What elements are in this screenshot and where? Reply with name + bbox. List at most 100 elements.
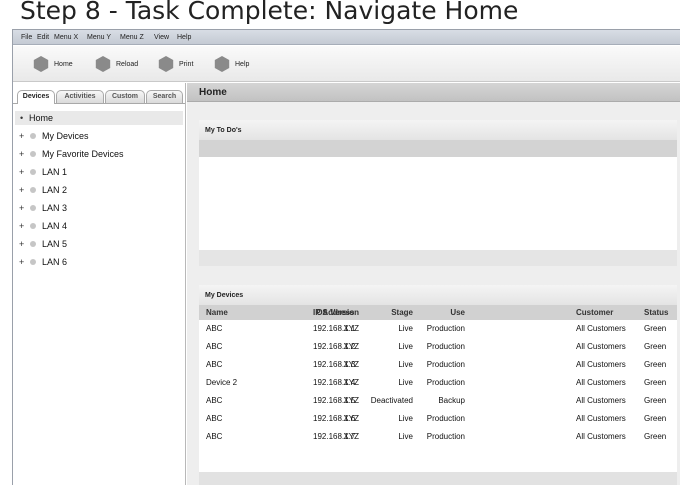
cell-os: XYZ: [343, 432, 359, 441]
column-header-name[interactable]: Name: [206, 308, 228, 317]
cell-name: ABC: [206, 360, 223, 369]
cell-customer: All Customers: [576, 324, 626, 333]
table-row[interactable]: ABC 192.168.1.5 XYZ Deactivated Backup All Cu…: [199, 392, 677, 410]
node-icon: [30, 169, 36, 175]
table-row[interactable]: ABC 192.168.1.2 XYZ Live Production All Custo…: [199, 338, 677, 356]
help-button[interactable]: Help: [214, 56, 249, 72]
column-header-customer[interactable]: Customer: [576, 308, 613, 317]
cell-use: Production: [426, 414, 465, 423]
cell-stage: Live: [398, 378, 413, 387]
tree-item-label: LAN 1: [42, 167, 68, 177]
reload-button-label: Reload: [116, 60, 139, 68]
cell-customer: All Customers: [576, 414, 626, 423]
expand-icon[interactable]: +: [19, 203, 28, 213]
tree-item-lan-2[interactable]: + LAN 2: [19, 183, 67, 197]
column-header-os[interactable]: OS Version: [316, 308, 359, 317]
table-row[interactable]: ABC 192.168.1.6 XYZ Live Production All Custo…: [199, 410, 677, 428]
tab-custom[interactable]: Custom: [105, 90, 145, 103]
tree-item-my-devices[interactable]: + My Devices: [19, 129, 89, 143]
home-button[interactable]: Home: [33, 56, 73, 72]
navigation-panel: Devices Activities Custom Search • Home …: [13, 83, 186, 485]
toolbar: Home Reload Print Help: [13, 46, 680, 82]
expand-icon[interactable]: +: [19, 257, 28, 267]
page-title: Home: [199, 87, 227, 98]
menu-x[interactable]: Menu X: [54, 34, 78, 41]
cell-name: ABC: [206, 342, 223, 351]
print-icon: [158, 56, 174, 72]
table-row[interactable]: ABC 192.168.1.3 XYZ Live Production All Custo…: [199, 356, 677, 374]
devices-panel-title: My Devices: [199, 285, 677, 305]
cell-status: Green: [644, 432, 667, 441]
tree-item-lan-5[interactable]: + LAN 5: [19, 237, 67, 251]
menu-z[interactable]: Menu Z: [120, 34, 144, 41]
tree-item-lan-1[interactable]: + LAN 1: [19, 165, 67, 179]
tree-item-label: LAN 4: [42, 221, 68, 231]
help-button-label: Help: [235, 60, 250, 68]
expand-icon[interactable]: +: [19, 149, 28, 159]
tree-item-lan-4[interactable]: + LAN 4: [19, 219, 67, 233]
reload-icon: [95, 56, 111, 72]
cell-status: Green: [644, 414, 667, 423]
expand-icon[interactable]: +: [19, 167, 28, 177]
cell-customer: All Customers: [576, 342, 626, 351]
table-row[interactable]: ABC 192.168.1.1 XYZ Live Production All Custo…: [199, 320, 677, 338]
cell-customer: All Customers: [576, 432, 626, 441]
column-header-use[interactable]: Use: [450, 308, 465, 317]
help-icon: [214, 56, 230, 72]
cell-customer: All Customers: [576, 360, 626, 369]
tree-item-label: LAN 3: [42, 203, 68, 213]
cell-os: XYZ: [343, 360, 359, 369]
tree-item-lan-6[interactable]: + LAN 6: [19, 255, 67, 269]
cell-stage: Live: [398, 414, 413, 423]
cell-use: Backup: [438, 396, 465, 405]
expand-icon[interactable]: +: [19, 239, 28, 249]
cell-stage: Live: [398, 342, 413, 351]
cell-use: Production: [426, 342, 465, 351]
cell-stage: Live: [398, 432, 413, 441]
tree-item-home[interactable]: • Home: [15, 111, 183, 125]
cell-name: Device 2: [206, 378, 238, 387]
tree-item-my-favorite-devices[interactable]: + My Favorite Devices: [19, 147, 124, 161]
cell-status: Green: [644, 342, 667, 351]
menu-file[interactable]: File: [21, 34, 32, 41]
column-header-status[interactable]: Status: [644, 308, 668, 317]
cell-os: XYZ: [343, 324, 359, 333]
table-row[interactable]: ABC 192.168.1.7 XYZ Live Production All Custo…: [199, 428, 677, 446]
cell-stage: Deactivated: [370, 396, 413, 405]
expand-icon[interactable]: +: [19, 131, 28, 141]
todo-panel: My To Do's: [199, 120, 677, 266]
node-icon: [30, 241, 36, 247]
node-icon: [30, 259, 36, 265]
menu-edit[interactable]: Edit: [37, 34, 49, 41]
expand-icon[interactable]: +: [19, 221, 28, 231]
cell-os: XYZ: [343, 342, 359, 351]
tree-item-label: LAN 6: [42, 257, 68, 267]
tab-devices[interactable]: Devices: [17, 90, 55, 104]
cell-customer: All Customers: [576, 396, 626, 405]
menu-view[interactable]: View: [154, 34, 169, 41]
app-window: File Edit Menu X Menu Y Menu Z View Help…: [12, 29, 680, 485]
tree-item-lan-3[interactable]: + LAN 3: [19, 201, 67, 215]
cell-stage: Live: [398, 324, 413, 333]
tab-search[interactable]: Search: [146, 90, 183, 103]
print-button[interactable]: Print: [158, 56, 193, 72]
cell-customer: All Customers: [576, 378, 626, 387]
reload-button[interactable]: Reload: [95, 56, 138, 72]
print-button-label: Print: [179, 60, 194, 68]
table-row[interactable]: Device 2 192.168.1.4 XYZ Live Production All …: [199, 374, 677, 392]
node-icon: [30, 223, 36, 229]
tab-activities[interactable]: Activities: [56, 90, 104, 103]
node-icon: [30, 205, 36, 211]
devices-table-header: Name IP Address OS Version Stage Use Cus…: [199, 305, 677, 320]
devices-panel: My Devices Name IP Address OS Version St…: [199, 285, 677, 485]
tree-item-label: Home: [29, 113, 54, 123]
cell-name: ABC: [206, 432, 223, 441]
expand-icon[interactable]: +: [19, 185, 28, 195]
column-header-stage[interactable]: Stage: [391, 308, 413, 317]
menu-bar: File Edit Menu X Menu Y Menu Z View Help: [13, 30, 680, 45]
menu-y[interactable]: Menu Y: [87, 34, 111, 41]
cell-name: ABC: [206, 414, 223, 423]
main-content: Home My To Do's My Devices Name IP Addre…: [187, 83, 680, 485]
cell-use: Production: [426, 378, 465, 387]
menu-help[interactable]: Help: [177, 34, 191, 41]
